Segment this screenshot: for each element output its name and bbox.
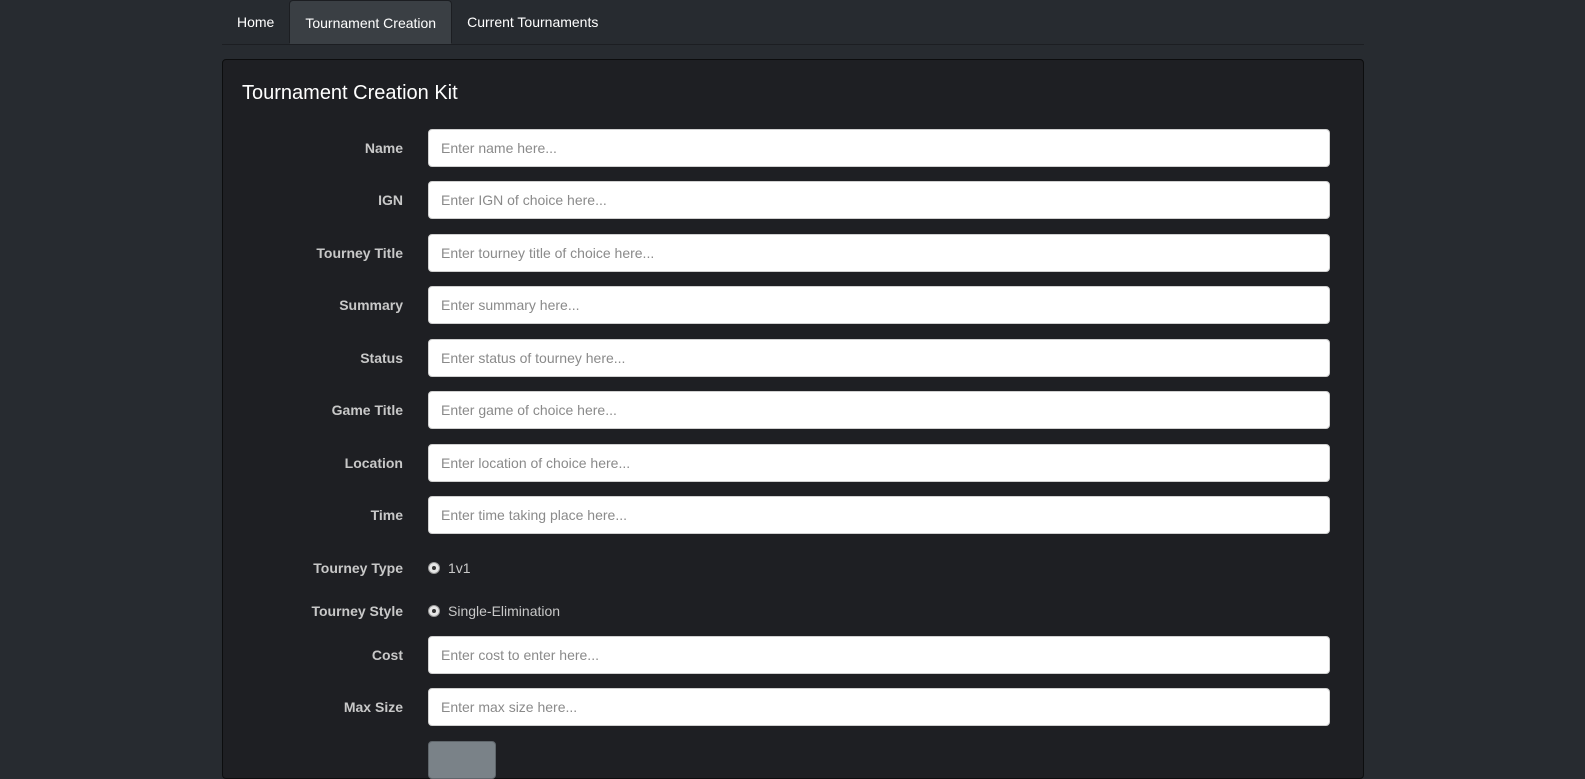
radio-selected-icon[interactable] [428, 605, 440, 617]
tourney-style-label: Tourney Style [311, 603, 403, 619]
tourney-type-row: Tourney Type 1v1 [223, 549, 1363, 587]
cost-label: Cost [371, 647, 403, 663]
tourney-type-option-label: 1v1 [448, 560, 471, 576]
tourney-style-row: Tourney Style Single-Elimination [223, 592, 1363, 630]
panel-title: Tournament Creation Kit [242, 82, 458, 104]
tourney-style-radio-single-elimination[interactable]: Single-Elimination [428, 592, 560, 630]
name-row: Name [223, 129, 1363, 167]
submit-button[interactable] [428, 741, 496, 779]
summary-row: Summary [223, 286, 1363, 324]
ign-row: IGN [223, 181, 1363, 219]
name-input[interactable] [428, 129, 1330, 167]
nav-tabs: Home Tournament Creation Current Tournam… [222, 0, 1364, 45]
status-input[interactable] [428, 339, 1330, 377]
tourney-type-radio-1v1[interactable]: 1v1 [428, 549, 471, 587]
time-input[interactable] [428, 496, 1330, 534]
time-label: Time [370, 507, 403, 523]
location-row: Location [223, 444, 1363, 482]
max-size-label: Max Size [343, 699, 403, 715]
max-size-input[interactable] [428, 688, 1330, 726]
status-row: Status [223, 339, 1363, 377]
location-label: Location [344, 455, 403, 471]
time-row: Time [223, 496, 1363, 534]
status-label: Status [360, 350, 403, 366]
radio-selected-icon[interactable] [428, 562, 440, 574]
cost-row: Cost [223, 636, 1363, 674]
tourney-title-input[interactable] [428, 234, 1330, 272]
tourney-type-label: Tourney Type [313, 560, 403, 576]
name-label: Name [364, 140, 403, 156]
location-input[interactable] [428, 444, 1330, 482]
tourney-title-label: Tourney Title [316, 245, 403, 261]
tournament-creation-panel: Tournament Creation Kit Name IGN Tourney… [222, 59, 1364, 779]
tab-current-tournaments[interactable]: Current Tournaments [452, 0, 613, 44]
summary-label: Summary [339, 297, 403, 313]
tab-home[interactable]: Home [222, 0, 289, 44]
tourney-style-option-label: Single-Elimination [448, 603, 561, 619]
ign-input[interactable] [428, 181, 1330, 219]
ign-label: IGN [378, 192, 403, 208]
game-title-label: Game Title [331, 402, 403, 418]
cost-input[interactable] [428, 636, 1330, 674]
tab-tournament-creation[interactable]: Tournament Creation [289, 0, 453, 44]
game-title-row: Game Title [223, 391, 1363, 429]
summary-input[interactable] [428, 286, 1330, 324]
page-container: Home Tournament Creation Current Tournam… [222, 0, 1364, 779]
max-size-row: Max Size [223, 688, 1363, 726]
tourney-title-row: Tourney Title [223, 234, 1363, 272]
game-title-input[interactable] [428, 391, 1330, 429]
